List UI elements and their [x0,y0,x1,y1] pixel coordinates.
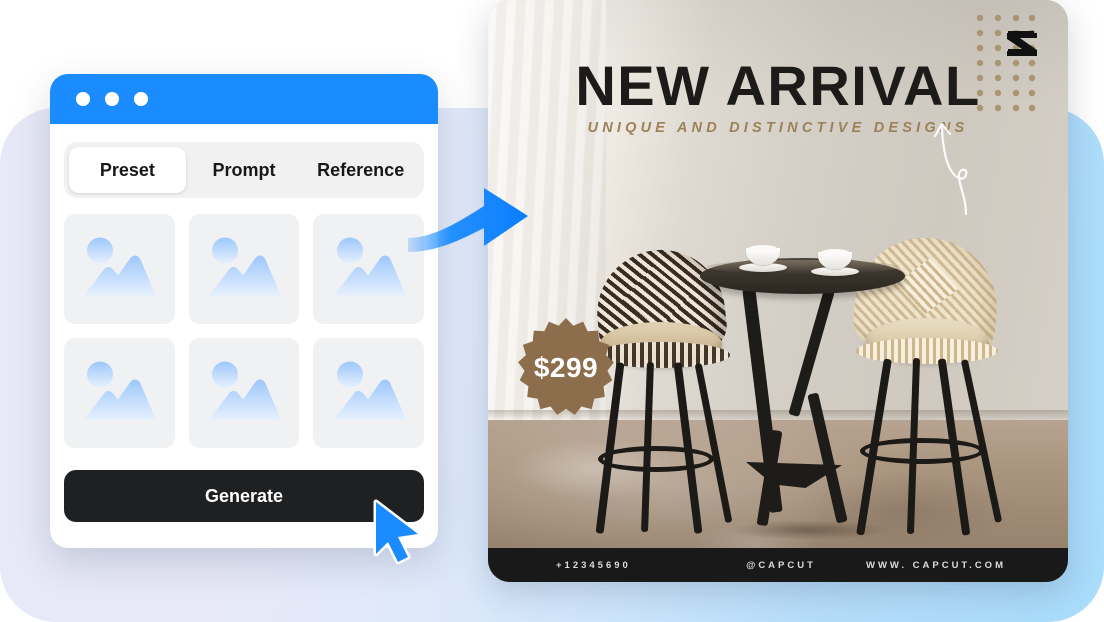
window-dot-minimize-icon[interactable] [105,92,119,106]
preset-thumbnail[interactable] [188,338,300,448]
image-placeholder-icon [330,234,408,305]
preset-thumbnail-grid [64,214,424,448]
tab-bar: Preset Prompt Reference [64,142,424,198]
image-placeholder-icon [205,234,283,305]
stool-rim [856,338,998,364]
window-titlebar [50,74,438,124]
table-top [700,258,905,294]
poster-footer: +12345690 @CAPCUT WWW. CAPCUT.COM [488,548,1068,582]
generated-poster[interactable]: NEW ARRIVAL UNIQUE AND DISTINCTIVE DESIG… [488,0,1068,582]
table-leg [807,392,848,524]
image-placeholder-icon [80,358,158,429]
mouse-pointer-icon [368,498,426,569]
curved-right-arrow-icon [408,176,530,261]
image-placeholder-icon [330,358,408,429]
preset-thumbnail[interactable] [64,214,175,324]
app-window: Preset Prompt Reference Generate [50,74,438,548]
tab-prompt[interactable]: Prompt [186,147,303,193]
capcut-logo-icon [1004,27,1042,61]
hand-drawn-curved-arrow-icon [932,118,992,223]
preset-thumbnail[interactable] [64,338,175,448]
poster-title: NEW ARRIVAL [575,54,981,117]
table-shadow [728,520,888,540]
window-dot-close-icon[interactable] [76,92,90,106]
tab-reference[interactable]: Reference [302,147,419,193]
image-placeholder-icon [80,234,158,305]
price-badge: $299 [514,316,618,420]
image-placeholder-icon [205,358,283,429]
footer-handle: @CAPCUT [746,559,816,571]
window-dot-maximize-icon[interactable] [134,92,148,106]
tab-preset[interactable]: Preset [69,147,186,193]
preset-thumbnail[interactable] [313,338,424,448]
footer-phone: +12345690 [556,559,631,571]
screenshot-root: NEW ARRIVAL UNIQUE AND DISTINCTIVE DESIG… [0,0,1104,622]
footer-website: WWW. CAPCUT.COM [866,559,1006,571]
price-badge-value: $299 [533,352,599,383]
preset-thumbnail[interactable] [188,214,300,324]
